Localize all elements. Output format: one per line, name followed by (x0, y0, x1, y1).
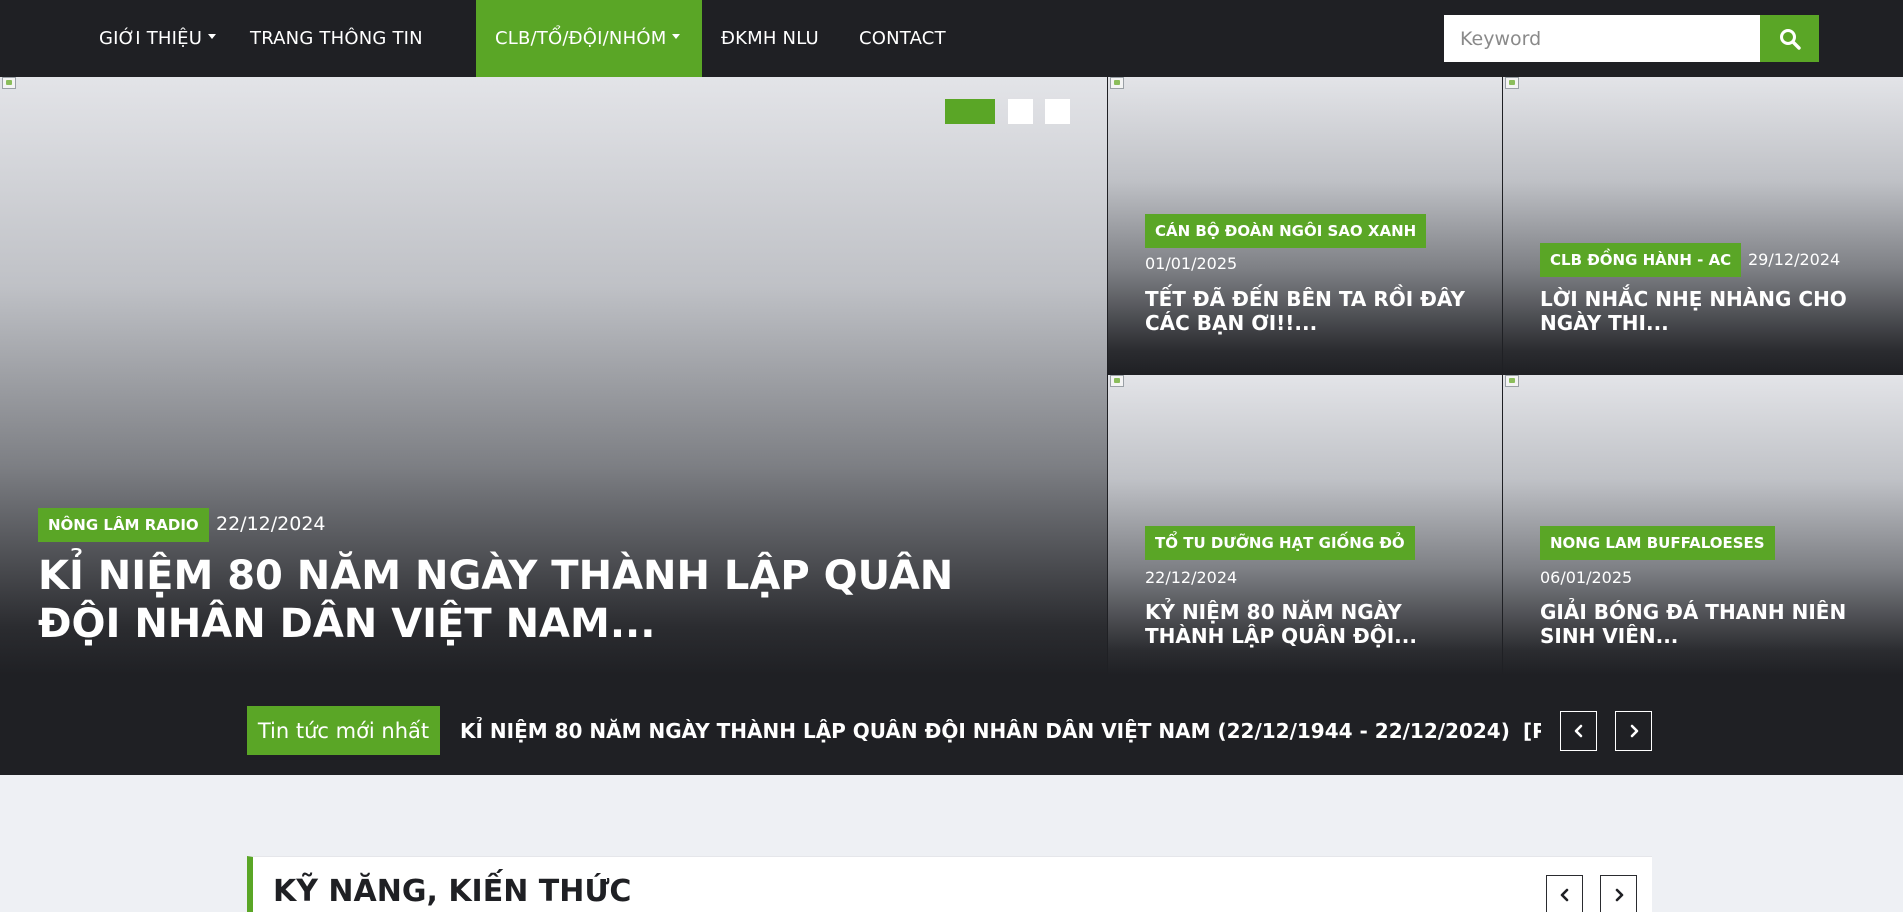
category-badge[interactable]: TỔ TU DƯỠNG HẠT GIỐNG ĐỎ (1145, 526, 1415, 560)
nav-item-label: CONTACT (859, 28, 946, 49)
nav-item-label: GIỚI THIỆU (99, 28, 203, 49)
side-post[interactable]: CLB ĐỒNG HÀNH - AC 29/12/2024 LỜI NHẮC N… (1503, 77, 1903, 374)
side-post-title[interactable]: LỜI NHẮC NHẸ NHÀNG CHO NGÀY THI... (1540, 287, 1870, 335)
post-date: 22/12/2024 (1145, 568, 1238, 587)
post-date: 01/01/2025 (1145, 254, 1238, 273)
nav-item-trang-thong-tin[interactable]: TRANG THÔNG TIN (250, 0, 423, 77)
top-navbar: GIỚI THIỆU TRANG THÔNG TIN CLB/TỔ/ĐỘI/NH… (0, 0, 1903, 77)
broken-image-icon (1505, 77, 1519, 89)
ticker-headline[interactable]: KỈ NIỆM 80 NĂM NGÀY THÀNH LẬP QUÂN ĐỘI N… (460, 719, 1510, 743)
side-post[interactable]: CÁN BỘ ĐOÀN NGÔI SAO XANH 01/01/2025 TẾT… (1108, 77, 1502, 374)
category-badge[interactable]: CÁN BỘ ĐOÀN NGÔI SAO XANH (1145, 214, 1427, 248)
search-input[interactable] (1444, 15, 1760, 62)
side-post[interactable]: TỔ TU DƯỠNG HẠT GIỐNG ĐỎ 22/12/2024 KỶ N… (1108, 375, 1502, 675)
ticker-prev-button[interactable] (1560, 711, 1597, 751)
broken-image-icon (1505, 375, 1519, 387)
nav-item-contact[interactable]: CONTACT (859, 0, 946, 77)
post-date: 22/12/2024 (216, 513, 326, 535)
slider-dot[interactable] (1008, 99, 1033, 124)
post-date: 06/01/2025 (1540, 568, 1633, 587)
side-post-title[interactable]: GIẢI BÓNG ĐÁ THANH NIÊN SINH VIÊN... (1540, 600, 1860, 648)
nav-item-clb[interactable]: CLB/TỔ/ĐỘI/NHÓM (476, 0, 702, 77)
broken-image-icon (1110, 375, 1124, 387)
nav-item-label: TRANG THÔNG TIN (250, 28, 423, 49)
side-post[interactable]: NONG LAM BUFFALOESES 06/01/2025 GIẢI BÓN… (1503, 375, 1903, 675)
featured-post-title[interactable]: KỈ NIỆM 80 NĂM NGÀY THÀNH LẬP QUÂN ĐỘI N… (38, 552, 1038, 648)
section-next-button[interactable] (1600, 875, 1637, 912)
slider-dot[interactable] (1045, 99, 1070, 124)
chevron-right-icon (1630, 724, 1638, 738)
section-header: KỸ NĂNG, KIẾN THỨC (247, 856, 1652, 912)
category-badge[interactable]: NONG LAM BUFFALOESES (1540, 526, 1775, 560)
broken-image-icon (2, 77, 16, 89)
chevron-right-icon (1615, 888, 1623, 902)
slider-dot-active[interactable] (945, 99, 995, 124)
nav-item-dkmh[interactable]: ĐKMH NLU (721, 0, 819, 77)
category-badge[interactable]: CLB ĐỒNG HÀNH - AC (1540, 243, 1742, 277)
search-button[interactable] (1760, 15, 1819, 62)
broken-image-icon (1110, 77, 1124, 89)
search-icon (1779, 28, 1801, 50)
nav-item-label: ĐKMH NLU (721, 28, 819, 49)
category-badge[interactable]: NÔNG LÂM RADIO (38, 508, 209, 542)
nav-item-gioi-thieu[interactable]: GIỚI THIỆU (99, 0, 217, 77)
ticker-label: Tin tức mới nhất (247, 706, 440, 755)
ticker-next-headline[interactable]: [P (1523, 719, 1541, 745)
page: GIỚI THIỆU TRANG THÔNG TIN CLB/TỔ/ĐỘI/NH… (0, 0, 1903, 912)
section-title: KỸ NĂNG, KIẾN THỨC (273, 874, 632, 909)
news-ticker: Tin tức mới nhất KỈ NIỆM 80 NĂM NGÀY THÀ… (0, 675, 1903, 775)
side-post-title[interactable]: KỶ NIỆM 80 NĂM NGÀY THÀNH LẬP QUÂN ĐỘI..… (1145, 600, 1445, 648)
ticker-next-button[interactable] (1615, 711, 1652, 751)
side-post-title[interactable]: TẾT ĐÃ ĐẾN BÊN TA RỒI ĐÂY CÁC BẠN ƠI!!..… (1145, 287, 1475, 335)
nav-item-label: CLB/TỔ/ĐỘI/NHÓM (495, 28, 667, 49)
featured-post[interactable]: NÔNG LÂM RADIO 22/12/2024 KỈ NIỆM 80 NĂM… (0, 77, 1107, 675)
caret-down-icon (208, 34, 217, 39)
section-prev-button[interactable] (1546, 875, 1583, 912)
caret-down-icon (672, 34, 681, 39)
chevron-left-icon (1574, 724, 1582, 738)
post-date: 29/12/2024 (1748, 250, 1841, 269)
hero-section: NÔNG LÂM RADIO 22/12/2024 KỈ NIỆM 80 NĂM… (0, 77, 1903, 675)
chevron-left-icon (1560, 888, 1568, 902)
